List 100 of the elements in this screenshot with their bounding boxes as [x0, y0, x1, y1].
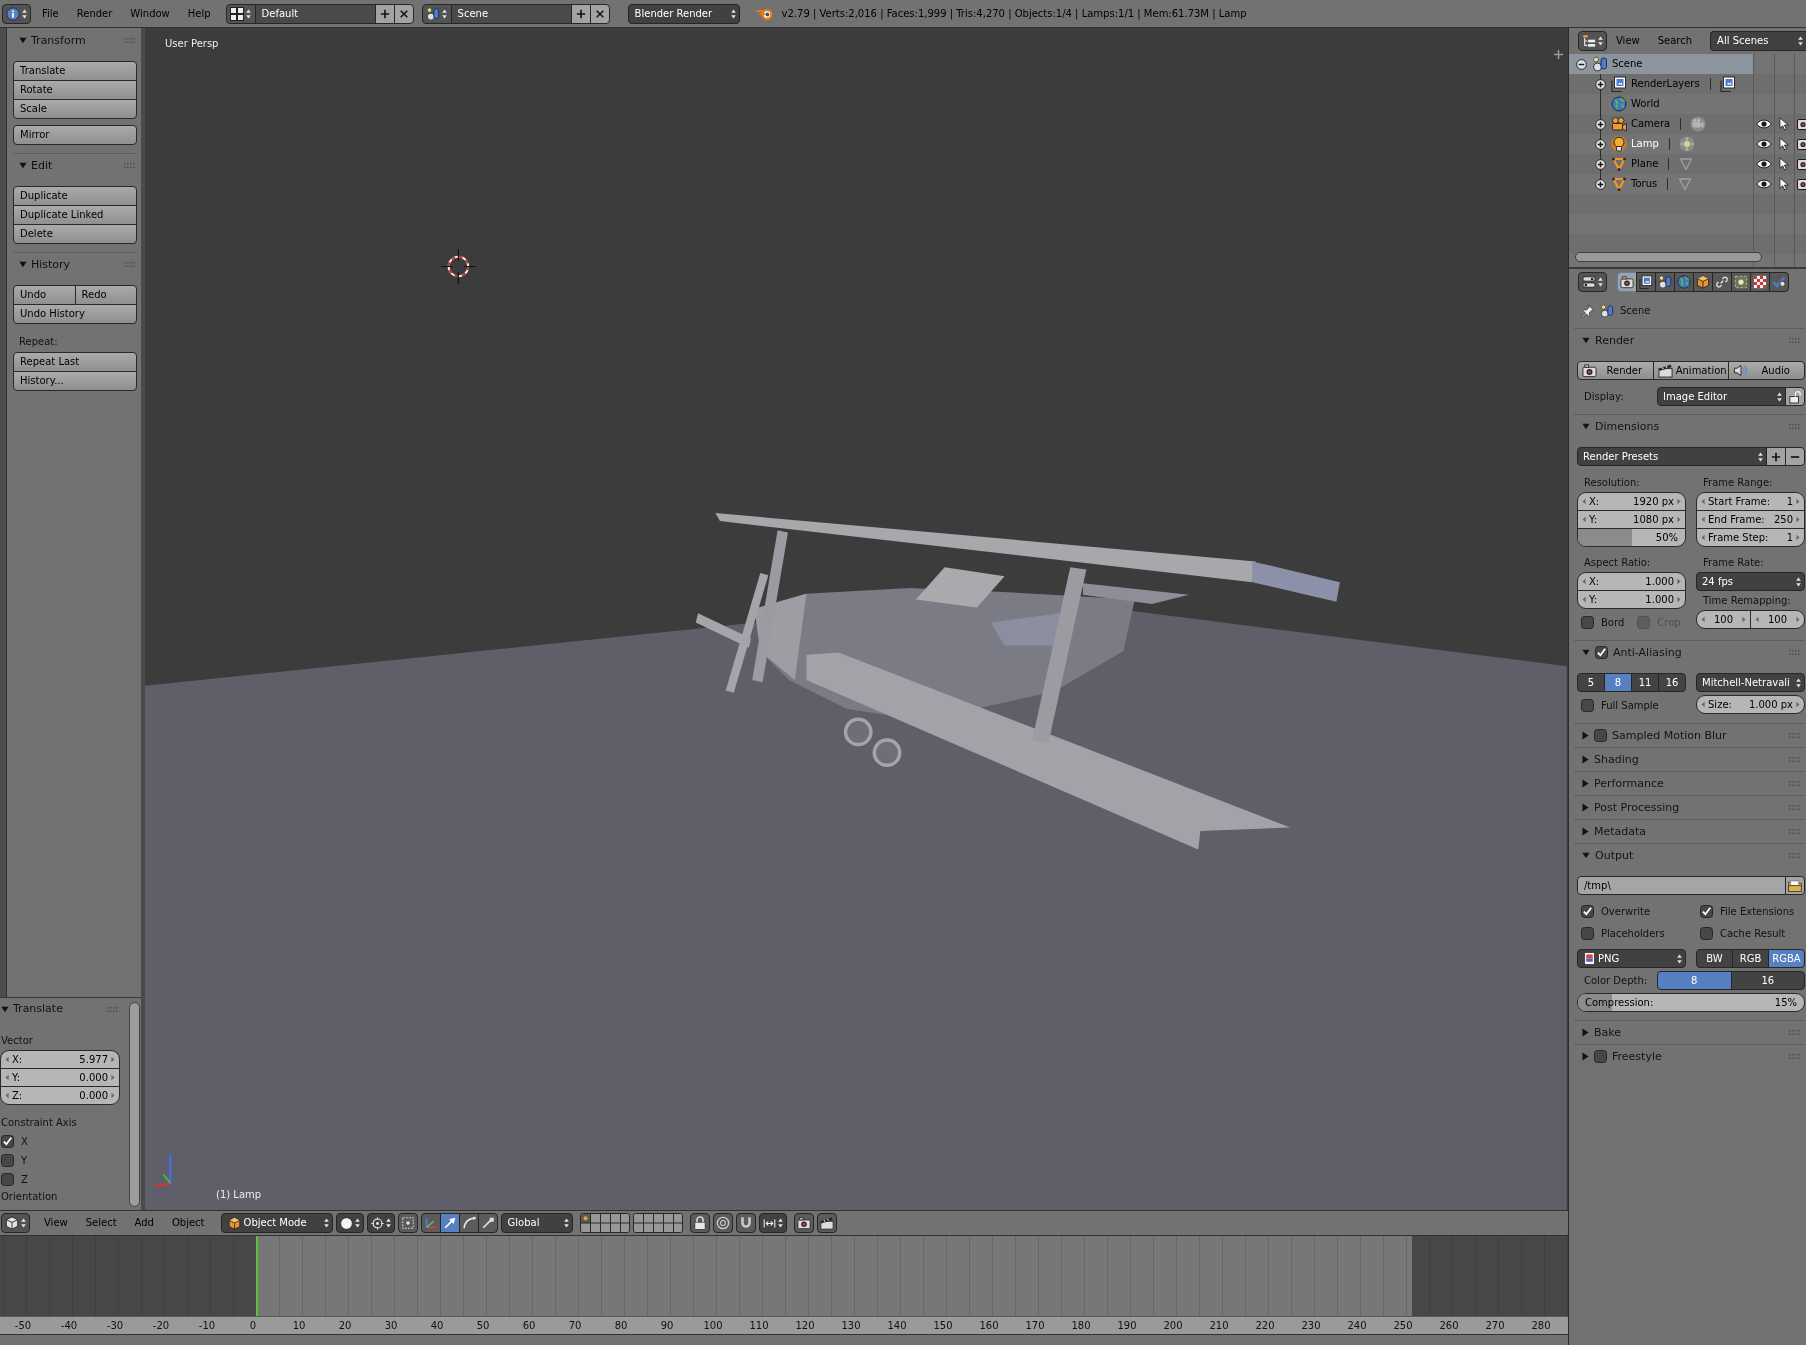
- number-field[interactable]: Y: 0.000: [0, 1068, 120, 1087]
- eye-icon[interactable]: [1755, 138, 1772, 150]
- panels-icon[interactable]: [1582, 274, 1596, 289]
- scrollbar[interactable]: [129, 1002, 140, 1207]
- tree-item[interactable]: World: [1569, 94, 1753, 114]
- grip-icon[interactable]: [1789, 829, 1800, 834]
- shading-dropdown[interactable]: [335, 1213, 364, 1233]
- panel-title[interactable]: Output: [1595, 848, 1634, 863]
- grip-icon[interactable]: [1789, 1030, 1800, 1035]
- menu-item[interactable]: View: [1607, 35, 1649, 47]
- triangle-icon[interactable]: [1611, 156, 1627, 172]
- disclosure-triangle-icon[interactable]: [1582, 337, 1590, 344]
- left-arrow-icon[interactable]: [1701, 516, 1705, 523]
- number-field[interactable]: 100: [1750, 610, 1805, 629]
- number-field[interactable]: Frame Step: 1: [1696, 528, 1805, 547]
- spheres-icon[interactable]: [426, 6, 441, 21]
- tree-item[interactable]: Scene: [1569, 54, 1753, 74]
- light-bulb-icon[interactable]: [1611, 136, 1627, 152]
- pointer-icon[interactable]: [1779, 177, 1789, 191]
- close-button[interactable]: [393, 3, 414, 24]
- panel-title[interactable]: Render: [1595, 333, 1635, 348]
- panel-title[interactable]: Edit: [31, 158, 53, 173]
- grip-icon[interactable]: [124, 38, 135, 43]
- eye-icon[interactable]: [1755, 178, 1772, 190]
- disclosure-triangle-icon[interactable]: [19, 162, 27, 169]
- updown-arrows-icon[interactable]: [21, 1218, 26, 1228]
- tool-button[interactable]: Rotate: [13, 80, 137, 100]
- updown-arrows-icon[interactable]: [563, 1218, 569, 1228]
- updown-arrows-icon[interactable]: [777, 1218, 783, 1228]
- checkbox[interactable]: [1, 1135, 14, 1148]
- tool-button[interactable]: Mirror: [13, 125, 137, 145]
- slider-track[interactable]: Compression: 15%: [1577, 993, 1805, 1012]
- color-mode-button[interactable]: RGBA: [1768, 949, 1805, 968]
- speaker-icon[interactable]: [1733, 363, 1749, 378]
- tree-item[interactable]: Plane: [1569, 154, 1753, 174]
- right-arrow-icon[interactable]: [111, 1074, 115, 1081]
- close-icon[interactable]: [594, 8, 605, 19]
- grip-icon[interactable]: [1789, 424, 1800, 429]
- tree-item[interactable]: RenderLayers: [1569, 74, 1753, 94]
- left-arrow-icon[interactable]: [5, 1074, 9, 1081]
- sun-icon[interactable]: [1678, 136, 1695, 152]
- layer-grid-icon[interactable]: [579, 1213, 630, 1233]
- tool-button[interactable]: History...: [13, 371, 137, 391]
- disclosure-triangle-icon[interactable]: [1582, 423, 1590, 430]
- disclosure-triangle-icon[interactable]: [1582, 827, 1589, 836]
- display-dropdown[interactable]: Image Editor: [1657, 387, 1786, 406]
- add-button[interactable]: [374, 3, 395, 24]
- editor-type-button[interactable]: [1578, 271, 1607, 292]
- tool-button[interactable]: Duplicate: [13, 186, 137, 206]
- updown-arrows-icon[interactable]: [1598, 276, 1603, 287]
- editor-type-button[interactable]: [1, 1213, 30, 1233]
- grip-icon[interactable]: [1789, 757, 1800, 762]
- panel-title[interactable]: Freestyle: [1612, 1049, 1662, 1064]
- tool-button[interactable]: Translate: [13, 61, 137, 81]
- image-stack-icon[interactable]: [1719, 76, 1736, 92]
- tree-list-icon[interactable]: [1582, 34, 1596, 48]
- panel-title[interactable]: Metadata: [1594, 824, 1647, 839]
- left-arrow-icon[interactable]: [1701, 701, 1705, 708]
- updown-arrows-icon[interactable]: [1777, 391, 1782, 402]
- image-file-icon[interactable]: [1583, 952, 1596, 965]
- right-arrow-icon[interactable]: [1796, 498, 1800, 505]
- tree-item[interactable]: Lamp: [1569, 134, 1753, 154]
- updown-arrows-icon[interactable]: [1796, 576, 1801, 587]
- tree-item[interactable]: Camera: [1569, 114, 1753, 134]
- left-arrow-icon[interactable]: [1582, 596, 1586, 603]
- number-field[interactable]: End Frame: 250: [1696, 510, 1805, 529]
- panel-title[interactable]: History: [31, 257, 71, 272]
- color-mode-button[interactable]: RGB: [1732, 949, 1769, 968]
- right-arrow-icon[interactable]: [1677, 578, 1681, 585]
- grip-icon[interactable]: [1789, 650, 1800, 655]
- color-depth-button[interactable]: 16: [1730, 971, 1805, 990]
- editor-type-button[interactable]: [1578, 31, 1607, 51]
- number-field[interactable]: Size: 1.000 px: [1696, 695, 1805, 714]
- expand-icon[interactable]: [1595, 138, 1606, 150]
- pivot-dropdown[interactable]: [366, 1213, 395, 1233]
- add-button[interactable]: [1766, 447, 1786, 466]
- disclosure-triangle-icon[interactable]: [1582, 649, 1590, 656]
- eye-icon[interactable]: [1755, 158, 1772, 170]
- expand-icon[interactable]: [1595, 118, 1606, 130]
- checkbox-label[interactable]: Cache Result: [1720, 927, 1786, 940]
- menu-item[interactable]: View: [35, 1217, 77, 1229]
- grip-icon[interactable]: [1789, 338, 1800, 343]
- right-arrow-icon[interactable]: [1796, 616, 1800, 623]
- left-arrow-icon[interactable]: [1701, 534, 1705, 541]
- plus-icon[interactable]: [1554, 50, 1563, 59]
- pointer-icon[interactable]: [1779, 157, 1789, 171]
- right-arrow-icon[interactable]: [1796, 701, 1800, 708]
- grip-icon[interactable]: [1789, 781, 1800, 786]
- camera-icon[interactable]: [1797, 137, 1806, 151]
- panel-title[interactable]: Dimensions: [1595, 419, 1660, 434]
- right-arrow-icon[interactable]: [1677, 516, 1681, 523]
- checkbox-label[interactable]: Y: [21, 1154, 28, 1167]
- checkbox[interactable]: [1581, 699, 1594, 712]
- disclosure-triangle-icon[interactable]: [1582, 779, 1589, 788]
- layout-name-field[interactable]: Default: [254, 3, 376, 24]
- tool-button[interactable]: Redo: [74, 285, 137, 305]
- left-arrow-icon[interactable]: [5, 1092, 9, 1099]
- sphere-icon[interactable]: [339, 1216, 353, 1230]
- file-format-dropdown[interactable]: PNG: [1577, 949, 1686, 968]
- cube-icon[interactable]: [227, 1216, 241, 1230]
